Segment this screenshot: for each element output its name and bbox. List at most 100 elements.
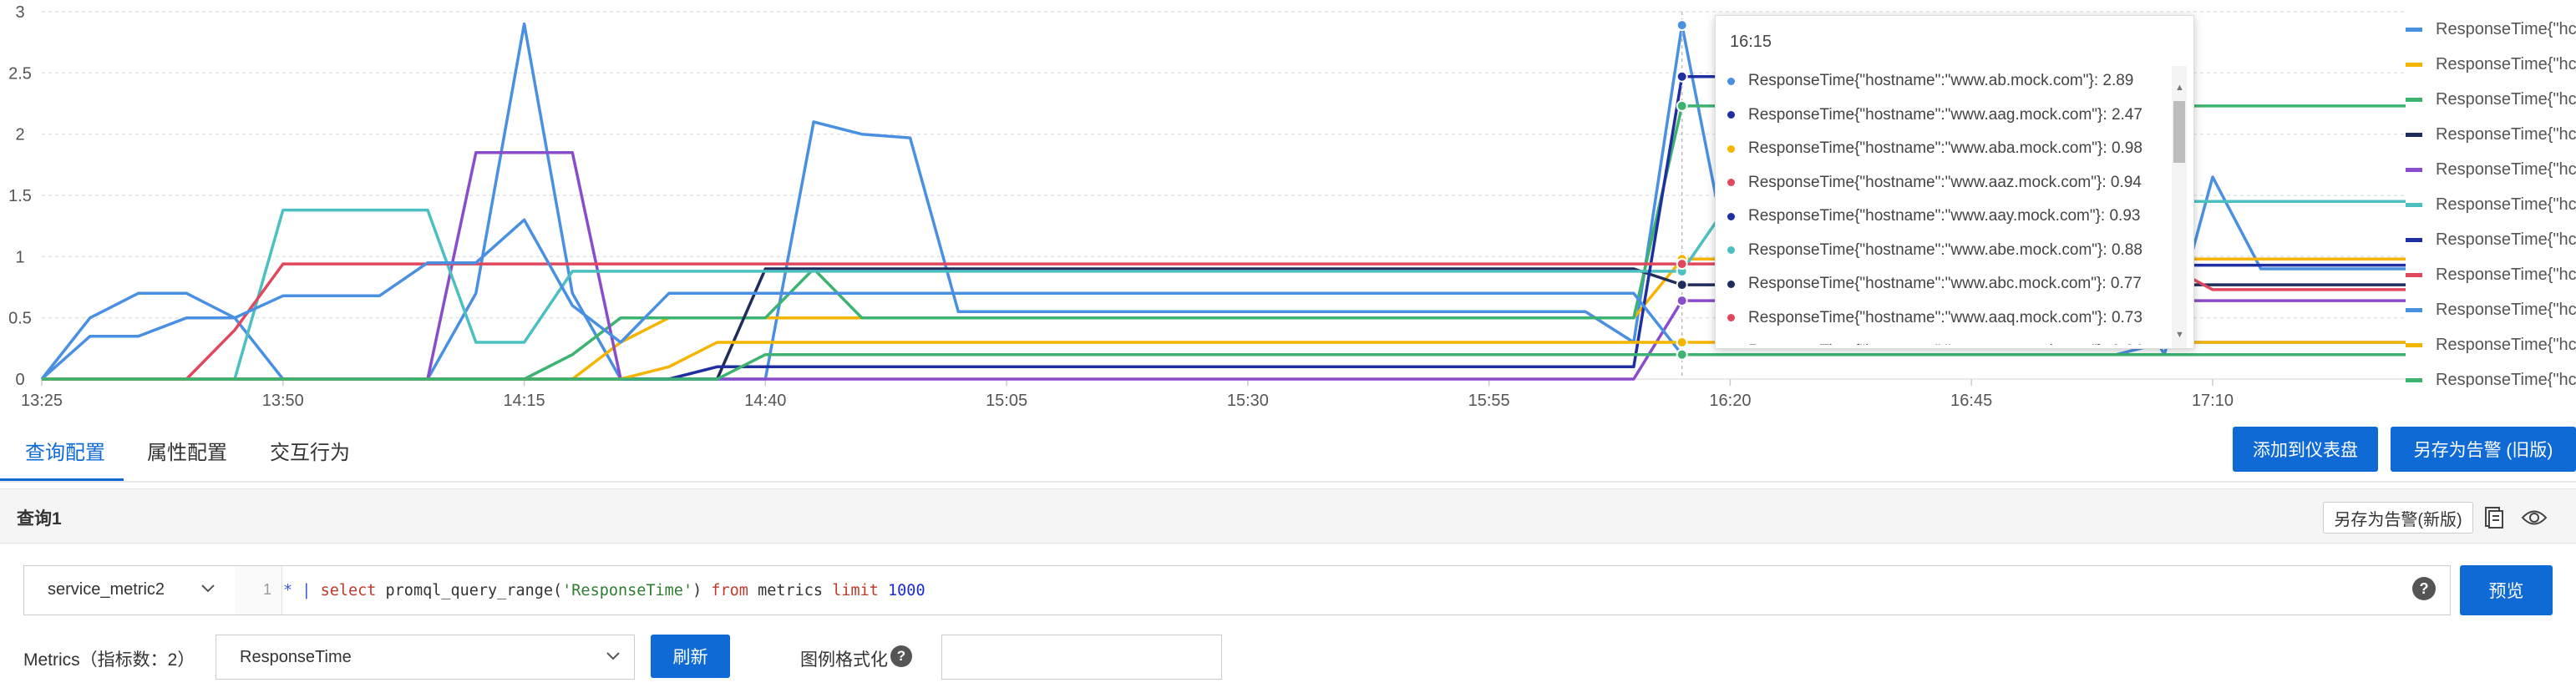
legend-label: ResponseTime{"hc <box>2436 54 2576 73</box>
tooltip-dot <box>1727 314 1735 322</box>
legend-item[interactable]: ResponseTime{"hc <box>2406 362 2576 387</box>
legend-swatch <box>2406 97 2422 102</box>
y-tick-label: 0.5 <box>8 310 32 328</box>
legend-item[interactable]: ResponseTime{"hc <box>2406 152 2576 187</box>
legend-format-input[interactable] <box>941 635 1222 680</box>
tooltip-scrollbar[interactable]: ▲ ▼ <box>2172 66 2187 348</box>
legend-swatch <box>2406 377 2422 382</box>
query-code-input[interactable]: * | select promql_query_range('ResponseT… <box>283 566 925 615</box>
y-tick-label: 2.5 <box>8 64 32 83</box>
metrics-value: ResponseTime <box>240 648 352 666</box>
tooltip-label: ResponseTime{"hostname":"www.aaq.mock.co… <box>1748 308 2142 326</box>
tab-query-config[interactable]: 查询配置 <box>25 436 105 465</box>
chevron-down-icon <box>604 646 622 670</box>
logstore-select[interactable]: service_metric2 <box>24 566 236 615</box>
tooltip-label: ResponseTime{"hostname":"www.aaz.mock.co… <box>1748 173 2142 191</box>
query-panel-header: 查询1 另存为告警(新版) <box>0 488 2576 544</box>
legend-label: ResponseTime{"hc <box>2436 19 2576 38</box>
tooltip-label: ResponseTime{"hostname":"www.aap.mock.co… <box>1748 342 2142 345</box>
legend-item[interactable]: ResponseTime{"hc <box>2406 82 2576 117</box>
code-token: 1000 <box>888 581 925 599</box>
help-icon[interactable]: ? <box>890 645 912 667</box>
tab-property-config[interactable]: 属性配置 <box>147 436 227 465</box>
legend-item[interactable]: ResponseTime{"hc <box>2406 292 2576 327</box>
legend-label: ResponseTime{"hc <box>2436 124 2576 144</box>
save-as-alert-old-button[interactable]: 另存为告警 (旧版) <box>2391 427 2576 472</box>
tooltip-label: ResponseTime{"hostname":"www.ab.mock.com… <box>1748 72 2134 90</box>
scroll-thumb[interactable] <box>2173 101 2185 163</box>
hover-point <box>1676 348 1688 361</box>
legend-item[interactable]: ResponseTime{"hc <box>2406 12 2576 47</box>
chevron-down-icon <box>200 579 216 601</box>
hover-point <box>1676 99 1688 112</box>
tooltip-dot <box>1727 280 1735 288</box>
hover-point <box>1676 19 1688 32</box>
metrics-select[interactable]: ResponseTime <box>216 635 635 680</box>
legend-item[interactable]: ResponseTime{"hc <box>2406 327 2576 362</box>
legend-label: ResponseTime{"hc <box>2436 265 2576 284</box>
tooltip-row: ResponseTime{"hostname":"www.abe.mock.co… <box>1727 234 2168 268</box>
x-tick-label: 17:10 <box>2192 392 2234 410</box>
code-token: limit <box>832 581 879 599</box>
tab-interaction[interactable]: 交互行为 <box>270 436 350 465</box>
legend-format-label: 图例格式化 <box>800 650 888 670</box>
tooltip-dot <box>1727 212 1735 220</box>
query-editor-row: service_metric2 1 * | select promql_quer… <box>23 565 2451 615</box>
legend-swatch <box>2406 132 2422 137</box>
x-tick-label: 15:30 <box>1227 392 1269 410</box>
preview-button[interactable]: 预览 <box>2460 565 2553 615</box>
refresh-button[interactable]: 刷新 <box>651 635 730 678</box>
y-tick-label: 1.5 <box>8 187 32 205</box>
code-token: 'ResponseTime' <box>562 581 693 599</box>
x-tick-label: 16:45 <box>1950 392 1992 410</box>
scroll-down-arrow-icon[interactable]: ▼ <box>2175 330 2184 340</box>
save-as-alert-new-button[interactable]: 另存为告警(新版) <box>2323 502 2473 534</box>
add-to-dashboard-button[interactable]: 添加到仪表盘 <box>2233 427 2378 472</box>
metrics-label: Metrics（指标数：2） <box>23 650 195 670</box>
copy-icon[interactable] <box>2481 504 2508 531</box>
legend-item[interactable]: ResponseTime{"hc <box>2406 222 2576 257</box>
x-tick-label: 14:15 <box>504 392 545 410</box>
legend-swatch <box>2406 272 2422 277</box>
legend-item[interactable]: ResponseTime{"hc <box>2406 187 2576 222</box>
config-tabs-bar: 查询配置 属性配置 交互行为 添加到仪表盘 另存为告警 (旧版) <box>0 417 2576 483</box>
help-icon[interactable]: ? <box>2412 577 2436 600</box>
line-number: 1 <box>262 581 271 598</box>
legend-swatch <box>2406 167 2422 172</box>
tooltip-list[interactable]: ResponseTime{"hostname":"www.ab.mock.com… <box>1727 64 2168 345</box>
tooltip-time: 16:15 <box>1730 33 1772 51</box>
tooltip-dot <box>1727 179 1735 187</box>
tooltip-dot <box>1727 246 1735 255</box>
legend-label: ResponseTime{"hc <box>2436 230 2576 249</box>
x-tick-label: 14:40 <box>744 392 786 410</box>
tooltip-label: ResponseTime{"hostname":"www.abc.mock.co… <box>1748 275 2142 293</box>
legend-item[interactable]: ResponseTime{"hc <box>2406 47 2576 82</box>
tooltip-dot <box>1727 77 1735 85</box>
tooltip-row: ResponseTime{"hostname":"www.aap.mock.co… <box>1727 335 2168 345</box>
y-tick-label: 2 <box>15 126 24 144</box>
legend-item[interactable]: ResponseTime{"hc <box>2406 117 2576 152</box>
chart-tooltip: 16:15 ResponseTime{"hostname":"www.ab.mo… <box>1715 15 2194 349</box>
active-tab-indicator <box>0 478 124 481</box>
tooltip-dot <box>1727 111 1735 119</box>
tooltip-row: ResponseTime{"hostname":"www.aaq.mock.co… <box>1727 301 2168 336</box>
legend-label: ResponseTime{"hc <box>2436 370 2576 388</box>
code-token: metrics <box>748 581 833 599</box>
tooltip-row: ResponseTime{"hostname":"www.aay.mock.co… <box>1727 200 2168 234</box>
chart-legend: ResponseTime{"hc ResponseTime{"hc Response… <box>2406 12 2576 387</box>
legend-swatch <box>2406 237 2422 242</box>
hover-point <box>1676 279 1688 291</box>
y-tick-label: 0 <box>15 371 24 389</box>
scroll-up-arrow-icon[interactable]: ▲ <box>2175 83 2184 93</box>
legend-label: ResponseTime{"hc <box>2436 159 2576 179</box>
eye-icon[interactable] <box>2519 504 2549 531</box>
legend-item[interactable]: ResponseTime{"hc <box>2406 257 2576 292</box>
chart-area: 0 0.5 1 1.5 2 2.5 3 13:25 13:50 14:15 14:40 15:05 15… <box>0 0 2576 417</box>
legend-swatch <box>2406 202 2422 207</box>
hover-point <box>1676 258 1688 271</box>
code-token: ) <box>692 581 712 599</box>
hover-point <box>1676 295 1688 307</box>
legend-swatch <box>2406 62 2422 67</box>
tooltip-label: ResponseTime{"hostname":"www.aba.mock.co… <box>1748 139 2142 158</box>
